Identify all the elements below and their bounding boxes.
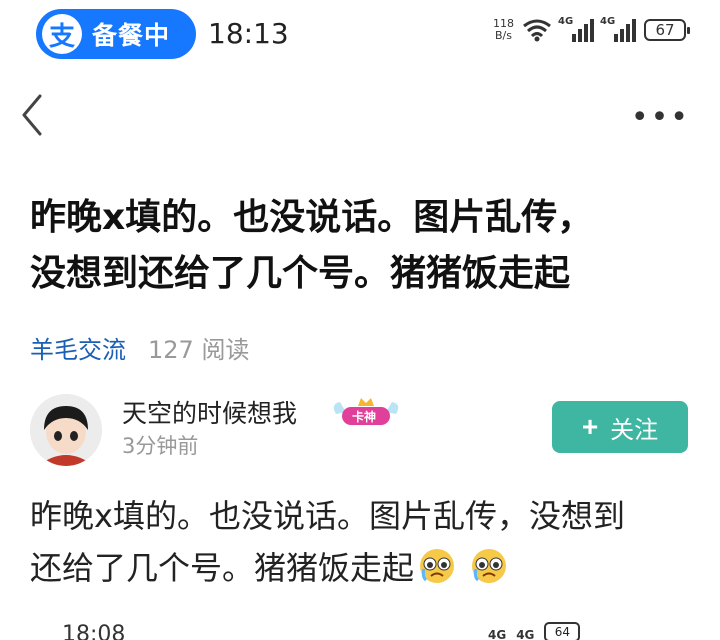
- card-master-badge: 卡神: [330, 394, 402, 428]
- status-bar: 支 备餐中 18:13 118 B/s 4G 4G 67: [0, 0, 720, 70]
- network-speed: 118 B/s: [493, 17, 514, 42]
- crying-face-icon: [472, 549, 507, 583]
- chevron-left-icon[interactable]: [18, 92, 48, 138]
- post-body: 昨晚x填的。也没说话。图片乱传，没想到 还给了几个号。猪猪饭走起: [30, 497, 625, 587]
- post-title: 昨晚x填的。也没说话。图片乱传， 没想到还给了几个号。猪猪饭走起: [30, 197, 594, 294]
- battery-icon: 67: [644, 19, 690, 41]
- embedded-status-time: 18:08: [62, 622, 126, 640]
- avatar[interactable]: [30, 394, 102, 466]
- post-time: 3分钟前: [122, 434, 199, 458]
- cellular-signal-1-icon: 4G: [558, 16, 594, 42]
- read-count: 127 阅读: [148, 336, 250, 364]
- cellular-signal-2-icon: 4G: [600, 16, 636, 42]
- embedded-screenshot-peek: 18:08 4G 4G 64: [0, 618, 720, 640]
- status-time: 18:13: [208, 17, 289, 50]
- system-indicators: 118 B/s 4G 4G 67: [493, 16, 690, 42]
- plus-icon: +: [581, 411, 599, 442]
- follow-button[interactable]: + 关注: [552, 401, 688, 453]
- category-link[interactable]: 羊毛交流: [30, 330, 126, 365]
- author-name[interactable]: 天空的时候想我: [122, 394, 297, 430]
- app-activity-pill[interactable]: 支 备餐中: [36, 9, 196, 59]
- post-meta: 羊毛交流 127 阅读: [30, 330, 249, 365]
- activity-status-text: 备餐中: [92, 21, 171, 50]
- embedded-battery-icon: 64: [544, 622, 581, 640]
- more-dots-icon[interactable]: •••: [631, 100, 690, 135]
- alipay-logo-icon: 支: [42, 14, 82, 54]
- avatar-image: [30, 394, 102, 466]
- embedded-status-indicators: 4G 4G 64: [488, 622, 581, 640]
- follow-label: 关注: [610, 416, 659, 444]
- wifi-icon: [523, 19, 551, 42]
- crying-face-icon: [420, 549, 455, 583]
